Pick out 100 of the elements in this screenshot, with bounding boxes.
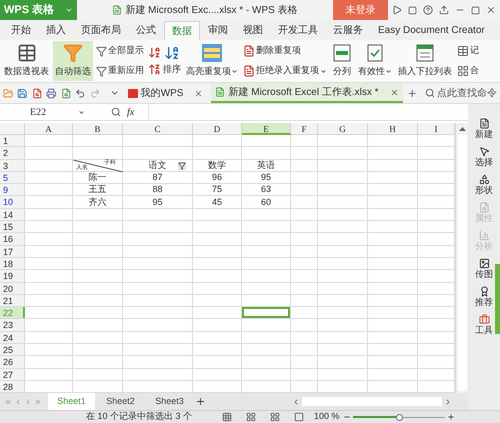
- sort-button[interactable]: 排序: [163, 63, 181, 77]
- document-icon: [243, 65, 255, 77]
- row-number[interactable]: 15: [0, 221, 25, 232]
- export-icon[interactable]: [32, 88, 42, 98]
- document-tab[interactable]: 我的WPS: [124, 83, 208, 103]
- menu-tab[interactable]: 开始: [4, 21, 38, 40]
- print-icon[interactable]: [46, 88, 57, 98]
- side-panel-button[interactable]: 推荐: [475, 286, 493, 307]
- row-number[interactable]: 20: [0, 282, 25, 294]
- save-icon[interactable]: [17, 88, 28, 98]
- menu-tab[interactable]: 插入: [39, 21, 73, 40]
- row-number[interactable]: 21: [0, 294, 25, 306]
- table-icon: [457, 45, 469, 57]
- menu-tab[interactable]: 云服务: [326, 21, 370, 40]
- menu-tab[interactable]: 开发工具: [271, 21, 325, 40]
- sort-ascending-icon[interactable]: [148, 46, 161, 59]
- side-panel-button[interactable]: 形状: [475, 174, 493, 195]
- row-number[interactable]: 23: [0, 319, 25, 331]
- side-panel-button[interactable]: 工具: [475, 314, 493, 335]
- row-number[interactable]: 25: [0, 344, 25, 356]
- ribbon-button[interactable]: 自动筛选: [53, 41, 93, 81]
- row-number[interactable]: 17: [0, 246, 25, 257]
- ribbon-button[interactable]: 有效性: [356, 41, 394, 81]
- ribbon-button[interactable]: 插入下拉列表: [396, 41, 454, 81]
- row-number[interactable]: 1: [0, 135, 25, 146]
- panel-tool-icon: [478, 286, 490, 297]
- reading-mode-icon[interactable]: [294, 412, 304, 422]
- column-header[interactable]: E: [242, 123, 291, 135]
- sort-descending-icon[interactable]: [148, 63, 161, 76]
- scroll-up-icon[interactable]: [458, 127, 466, 131]
- filter-icon[interactable]: [178, 162, 186, 170]
- close-icon[interactable]: [486, 5, 496, 15]
- menu-tab[interactable]: 页面布局: [74, 21, 128, 40]
- scrollbar-thumb[interactable]: [458, 135, 466, 391]
- row-number[interactable]: 27: [0, 368, 25, 380]
- menu-tab[interactable]: 数据: [164, 21, 200, 40]
- zoom-in-icon[interactable]: [446, 413, 455, 421]
- zoom-icon[interactable]: [111, 107, 121, 117]
- preview-icon[interactable]: [60, 88, 72, 98]
- menu-tab[interactable]: 审阅: [201, 21, 235, 40]
- row-number[interactable]: 26: [0, 356, 25, 368]
- row-number[interactable]: 3: [0, 160, 25, 171]
- row-number[interactable]: 28: [0, 380, 25, 392]
- undo-icon[interactable]: [75, 88, 86, 98]
- filter-icon: [96, 46, 107, 56]
- ribbon-button[interactable]: 拒绝录入重复项: [243, 64, 327, 78]
- row-number[interactable]: 19: [0, 270, 25, 282]
- sheet-tab[interactable]: Sheet3: [146, 393, 193, 410]
- maximize-icon[interactable]: [471, 6, 480, 14]
- zoom-slider[interactable]: [352, 413, 445, 421]
- menu-tab[interactable]: 视图: [236, 21, 270, 40]
- row-number[interactable]: 14: [0, 208, 25, 220]
- menu-tab[interactable]: 公式: [129, 21, 163, 40]
- page-layout-icon[interactable]: [246, 412, 256, 422]
- grid-icon: [457, 65, 469, 77]
- document-tab[interactable]: 新建 Microsoft Excel 工作表.xlsx *: [211, 83, 402, 103]
- normal-view-icon[interactable]: [222, 412, 232, 422]
- vertical-scrollbar[interactable]: [455, 123, 468, 393]
- document-icon: [243, 45, 255, 57]
- command-search[interactable]: 点此查找命令: [424, 86, 497, 100]
- upload-icon[interactable]: [439, 5, 449, 15]
- ribbon-button[interactable]: 高亮重复项: [184, 41, 240, 81]
- side-panel-button[interactable]: 选择: [475, 146, 493, 167]
- row-number[interactable]: 16: [0, 233, 25, 245]
- sheet-tab[interactable]: Sheet2: [97, 393, 144, 410]
- scroll-right-icon[interactable]: [444, 398, 452, 406]
- page-break-icon[interactable]: [270, 412, 280, 422]
- ribbon-button[interactable]: 分列: [330, 41, 354, 81]
- ribbon-button[interactable]: 全部显示: [96, 44, 144, 58]
- skin-icon[interactable]: [408, 6, 417, 14]
- name-box[interactable]: E22: [2, 105, 87, 119]
- add-sheet-icon[interactable]: [195, 396, 206, 407]
- sheet-tab[interactable]: Sheet1: [48, 393, 95, 410]
- panel-toggle[interactable]: [495, 264, 500, 334]
- table-cell: 齐六: [88, 196, 106, 208]
- function-button[interactable]: fx: [127, 104, 134, 120]
- caret-icon: [65, 6, 73, 14]
- ribbon-button[interactable]: 记: [457, 44, 479, 58]
- help-icon[interactable]: [423, 5, 433, 15]
- row-number[interactable]: 9: [0, 184, 25, 196]
- selected-cell[interactable]: [242, 307, 290, 318]
- ribbon-button[interactable]: 合: [457, 64, 479, 78]
- row-number[interactable]: 10: [0, 196, 25, 208]
- scroll-left-icon[interactable]: [292, 398, 300, 406]
- menu-tab[interactable]: Easy Document Creator: [371, 21, 492, 40]
- panel-tool-icon: [478, 118, 490, 129]
- checked-document-icon: [365, 43, 385, 63]
- play-icon[interactable]: [392, 5, 402, 15]
- zoom-thumb[interactable]: [396, 414, 403, 420]
- ribbon-button[interactable]: 删除重复项: [243, 44, 327, 58]
- side-panel-button[interactable]: 新建: [475, 118, 493, 139]
- row-number[interactable]: 24: [0, 332, 25, 344]
- horizontal-scrollbar[interactable]: [302, 397, 442, 406]
- ribbon-button[interactable]: 数据透视表: [2, 41, 51, 81]
- side-panel-button[interactable]: 传图: [475, 258, 493, 279]
- row-number[interactable]: 2: [0, 147, 25, 159]
- row-number[interactable]: 5: [0, 172, 25, 184]
- ribbon-button[interactable]: 重新应用: [96, 64, 144, 78]
- new-tab-icon[interactable]: [406, 88, 417, 98]
- row-number[interactable]: 18: [0, 258, 25, 270]
